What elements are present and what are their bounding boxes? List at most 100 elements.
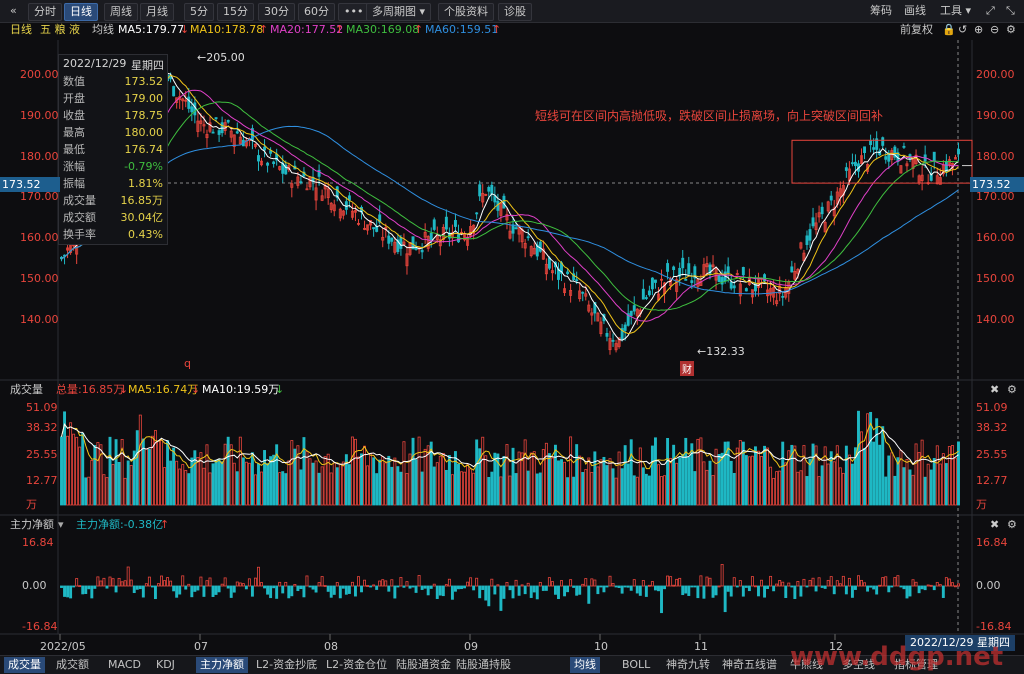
volume-bar <box>338 463 342 506</box>
volume-bar <box>123 477 127 506</box>
overlay-tab[interactable]: BOLL <box>618 657 654 673</box>
volume-bar <box>590 471 594 506</box>
volume-bar <box>114 439 118 506</box>
info-row: 数值 173.52 <box>63 73 163 90</box>
candle-body <box>684 278 688 281</box>
price-tick-label: 140.00 <box>976 312 1015 326</box>
overlay-tab[interactable]: 均线 <box>570 657 600 673</box>
flow-bar <box>832 585 836 595</box>
volume-bar <box>311 462 315 506</box>
volume-bar <box>750 455 754 506</box>
volume-tick-label: 12.77 <box>976 474 1008 487</box>
volume-bar <box>211 463 215 506</box>
volume-bar <box>193 450 197 506</box>
volume-title[interactable]: 成交量 <box>10 382 43 398</box>
flow-bar <box>417 575 421 587</box>
volume-bar <box>202 467 206 506</box>
flow-bar <box>663 585 667 590</box>
indicator-tab[interactable]: MACD <box>104 657 145 673</box>
flow-bar <box>363 579 367 587</box>
flow-bar <box>214 585 218 595</box>
flow-bar <box>720 564 724 587</box>
flow-bar <box>120 581 124 587</box>
volume-bar <box>953 457 957 506</box>
volume-close-icon[interactable]: ✖ <box>990 382 999 398</box>
info-row: 开盘 179.00 <box>63 90 163 107</box>
candle-body <box>511 224 515 234</box>
indicator-tab[interactable]: 成交量 <box>4 657 45 673</box>
volume-bar <box>208 472 212 506</box>
indicator-tab[interactable]: 陆股通资金 <box>392 657 455 673</box>
flow-title[interactable]: 主力净额 <box>10 517 54 533</box>
candle-body <box>493 195 497 203</box>
flow-bar <box>660 585 663 614</box>
candle-body <box>690 280 694 283</box>
overlay-tab[interactable]: 神奇九转 <box>662 657 714 673</box>
ma20-line <box>61 89 959 322</box>
candle-body <box>820 206 824 215</box>
volume-bar <box>566 477 570 506</box>
volume-bar <box>644 473 648 506</box>
flow-bar <box>344 585 348 595</box>
candle-body <box>666 263 670 272</box>
candle-body <box>653 279 657 283</box>
volume-bar <box>757 450 760 506</box>
finance-marker[interactable]: 财 <box>680 361 694 376</box>
flow-bar <box>250 585 254 597</box>
volume-bar <box>396 466 400 506</box>
volume-bar <box>444 469 448 506</box>
indicator-tab[interactable]: KDJ <box>152 657 179 673</box>
volume-bar <box>599 459 603 506</box>
flow-bar <box>796 581 800 587</box>
indicator-tab[interactable]: L2-资金仓位 <box>322 657 391 673</box>
volume-bar <box>675 462 679 506</box>
flow-bar <box>766 585 770 589</box>
volume-bar <box>584 469 588 506</box>
flow-bar <box>169 580 173 587</box>
candle-body <box>863 146 867 154</box>
volume-bar <box>499 476 503 506</box>
flow-bar <box>884 576 888 587</box>
volume-settings-icon[interactable]: ⚙ <box>1007 382 1017 398</box>
candle-body <box>217 130 221 135</box>
flow-bar <box>81 585 85 595</box>
flow-bar <box>129 579 133 587</box>
candle-body <box>547 257 551 269</box>
indicator-tab[interactable]: 陆股通持股 <box>452 657 515 673</box>
volume-bar <box>460 471 463 506</box>
volume-bar <box>772 477 776 506</box>
flow-settings-icon[interactable]: ⚙ <box>1007 517 1017 533</box>
flow-dropdown-icon[interactable]: ▾ <box>58 517 64 533</box>
info-row: 最低 176.74 <box>63 141 163 158</box>
flow-bar <box>608 575 612 587</box>
volume-bar <box>220 461 224 506</box>
flow-close-icon[interactable]: ✖ <box>990 517 999 533</box>
q-marker[interactable]: q <box>184 357 191 370</box>
volume-bar <box>653 437 657 506</box>
flow-bar <box>481 585 485 590</box>
flow-bar <box>60 585 63 588</box>
indicator-tab[interactable]: 成交额 <box>52 657 93 673</box>
flow-bar <box>266 585 270 595</box>
flow-bar <box>547 577 551 587</box>
flow-bar <box>932 585 936 591</box>
volume-bar <box>90 460 94 506</box>
price-tick-label: 190.00 <box>20 108 59 122</box>
overlay-tab[interactable]: 神奇五线谱 <box>718 657 781 673</box>
info-key: 开盘 <box>63 92 85 105</box>
flow-bar <box>353 585 357 597</box>
indicator-tab[interactable]: L2-资金抄底 <box>252 657 321 673</box>
candle-body <box>390 237 394 242</box>
indicator-tab[interactable]: 主力净额 <box>196 657 248 673</box>
flow-bar <box>723 585 727 613</box>
flow-bar <box>135 585 139 590</box>
candle-body <box>902 145 906 148</box>
volume-bar <box>723 441 727 506</box>
flow-bar <box>441 585 445 597</box>
flow-bar <box>338 585 342 599</box>
candle-body <box>687 263 691 275</box>
volume-bar <box>669 457 673 506</box>
volume-bar <box>793 445 797 506</box>
flow-bar <box>175 585 179 598</box>
volume-bar <box>75 436 79 506</box>
